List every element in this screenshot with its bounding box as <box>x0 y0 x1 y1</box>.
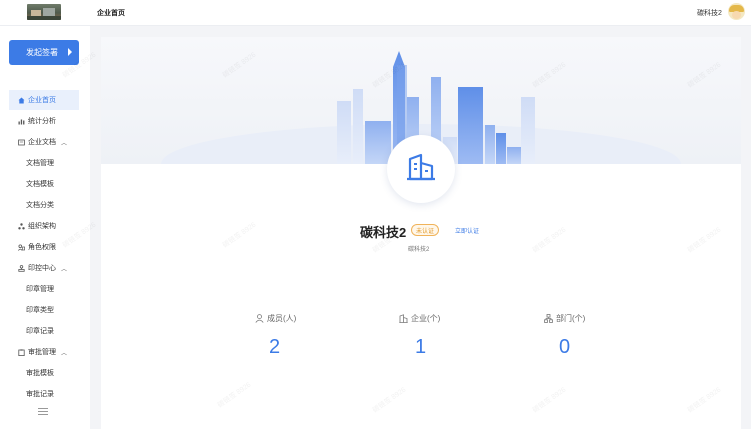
sidebar-subitem-seal-type[interactable]: 印章类型 <box>26 300 54 320</box>
sidebar-subitem-doc-template[interactable]: 文档模板 <box>26 174 54 194</box>
user-icon <box>255 314 264 323</box>
sidebar-item-label: 审批管理 <box>28 349 56 356</box>
sidebar-item-label: 角色权限 <box>28 244 56 251</box>
document-icon <box>18 139 25 146</box>
chevron-up-icon: ︿ <box>61 350 68 357</box>
main-content: 碳科技2 未认证 立即认证 碳科技2 成员(人) 2 企业(个) 1 部门(个)… <box>101 37 741 429</box>
stat-departments-value: 0 <box>559 336 571 358</box>
collapse-menu-icon[interactable] <box>38 408 48 416</box>
sidebar-subitem-approval-template[interactable]: 审批模板 <box>26 363 54 383</box>
sidebar-item-label: 企业文档 <box>28 139 56 146</box>
user-name[interactable]: 碳科技2 <box>697 8 722 18</box>
seal-icon <box>18 264 25 272</box>
sidebar-item-statistics[interactable]: 统计分析 <box>9 111 79 131</box>
start-signing-button[interactable]: 发起签署 <box>9 40 79 65</box>
sidebar-item-label: 组织架构 <box>28 223 56 230</box>
status-badge: 未认证 <box>411 224 440 236</box>
company-name: 碳科技2 <box>360 225 407 240</box>
sidebar-subitem-seal-record[interactable]: 印章记录 <box>26 321 54 341</box>
building-icon <box>406 153 436 186</box>
org-icon <box>18 222 25 230</box>
company-subtitle: 碳科技2 <box>408 247 430 253</box>
sidebar-subitem-approval-record[interactable]: 审批记录 <box>26 384 54 404</box>
stat-members-label: 成员(人) <box>255 313 296 324</box>
stat-companies-value: 1 <box>415 336 427 358</box>
sidebar-item-home[interactable]: 企业首页 <box>9 90 79 110</box>
sidebar-item-label: 印控中心 <box>28 265 56 272</box>
sidebar-item-approval[interactable]: 审批管理 ︿ <box>9 342 79 362</box>
building-icon <box>399 314 408 323</box>
chevron-up-icon: ︿ <box>61 266 68 273</box>
top-bar: 企业首页 碳科技2 <box>0 0 751 26</box>
arrow-right-icon <box>68 48 72 56</box>
sidebar-item-label: 企业首页 <box>28 97 56 104</box>
verify-now-link[interactable]: 立即认证 <box>455 226 479 235</box>
start-signing-label: 发起签署 <box>26 48 58 57</box>
stat-departments-label: 部门(个) <box>544 313 585 324</box>
sidebar-item-roles[interactable]: 角色权限 <box>9 237 79 257</box>
sidebar-item-label: 统计分析 <box>28 118 56 125</box>
breadcrumb: 企业首页 <box>97 10 125 17</box>
chevron-up-icon: ︿ <box>61 140 68 147</box>
sidebar-subitem-seal-management[interactable]: 印章管理 <box>26 279 54 299</box>
approval-icon <box>18 348 25 356</box>
stat-members-value: 2 <box>269 336 281 358</box>
sidebar: 发起签署 企业首页 统计分析 企业文档 ︿ 文档管理 文档模板 文档分类 组织架… <box>0 26 90 429</box>
sidebar-item-documents[interactable]: 企业文档 ︿ <box>9 132 79 152</box>
home-icon <box>18 97 25 104</box>
company-avatar <box>387 135 455 203</box>
sidebar-item-seal-center[interactable]: 印控中心 ︿ <box>9 258 79 278</box>
sidebar-item-organization[interactable]: 组织架构 <box>9 216 79 236</box>
stat-companies-label: 企业(个) <box>399 313 440 324</box>
chart-icon <box>18 118 25 125</box>
status-badge-label: 未认证 <box>416 228 435 235</box>
department-icon <box>544 314 553 323</box>
company-logo[interactable] <box>27 4 61 20</box>
avatar[interactable] <box>728 3 745 20</box>
role-icon <box>18 243 25 251</box>
sidebar-subitem-doc-management[interactable]: 文档管理 <box>26 153 54 173</box>
sidebar-subitem-doc-category[interactable]: 文档分类 <box>26 195 54 215</box>
